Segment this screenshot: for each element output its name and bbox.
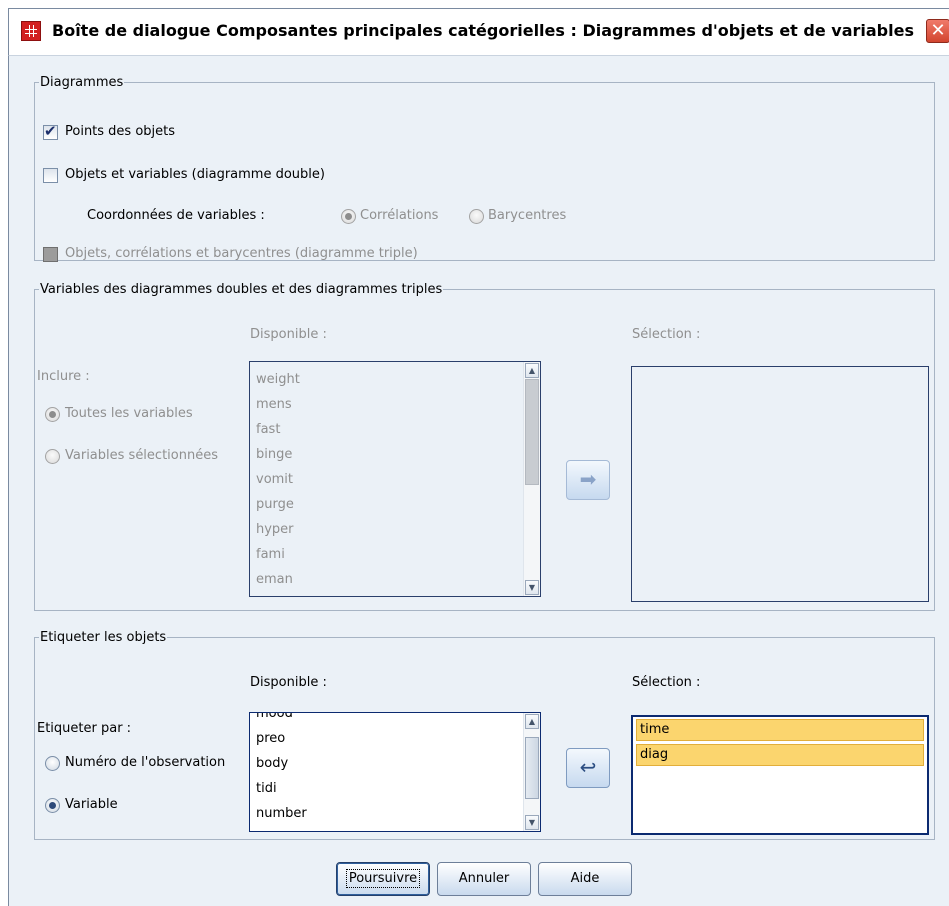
correlations-label: Corrélations: [360, 208, 439, 223]
diagrammes-legend: Diagrammes: [40, 75, 124, 90]
list-item[interactable]: mood: [250, 713, 540, 726]
title-bar: Boîte de dialogue Composantes principale…: [8, 8, 949, 56]
list-item[interactable]: weight: [250, 367, 540, 392]
barycentres-radio[interactable]: [469, 209, 484, 224]
arrow-right-icon: ➡: [579, 467, 597, 491]
list-item[interactable]: diag: [636, 744, 924, 766]
etiqueter-available-list[interactable]: mood preo body tidi number ▲ ▼: [249, 712, 541, 832]
etiqueter-list-scrollbar[interactable]: ▲ ▼: [523, 713, 540, 831]
triple-checkbox[interactable]: [43, 247, 58, 262]
objets-variables-checkbox[interactable]: [43, 168, 58, 183]
list-item[interactable]: vomit: [250, 467, 540, 492]
objets-variables-label: Objets et variables (diagramme double): [65, 167, 325, 182]
scroll-down-icon[interactable]: ▼: [525, 580, 539, 595]
etiqueter-disponible-label: Disponible :: [250, 675, 327, 690]
etiqueter-group: Etiqueter les objets Disponible : Sélect…: [34, 630, 935, 840]
scroll-up-icon[interactable]: ▲: [525, 714, 539, 729]
list-item[interactable]: time: [636, 719, 924, 741]
points-objets-label: Points des objets: [65, 124, 176, 139]
list-item[interactable]: hyper: [250, 517, 540, 542]
variables-selectionnees-radio[interactable]: [45, 449, 60, 464]
variables-group: Variables des diagrammes doubles et des …: [34, 282, 935, 611]
list-item[interactable]: eman: [250, 567, 540, 592]
points-objets-checkbox[interactable]: [43, 122, 58, 140]
list-item[interactable]: purge: [250, 492, 540, 517]
scroll-thumb[interactable]: [525, 379, 539, 485]
annuler-button[interactable]: Annuler: [437, 862, 531, 896]
etiqueter-legend: Etiqueter les objets: [40, 630, 167, 645]
numero-observation-radio[interactable]: [45, 756, 60, 771]
list-item[interactable]: fami: [250, 542, 540, 567]
variables-list-scrollbar[interactable]: ▲ ▼: [523, 362, 540, 596]
triple-label: Objets, corrélations et barycentres (dia…: [65, 246, 418, 261]
numero-observation-label: Numéro de l'observation: [65, 755, 226, 770]
inclure-label: Inclure :: [37, 369, 90, 384]
poursuivre-label: Poursuivre: [345, 869, 421, 888]
move-right-arrow-button[interactable]: ➡: [566, 460, 610, 500]
variable-radio[interactable]: [45, 798, 60, 813]
move-left-arrow-button[interactable]: ↩: [566, 748, 610, 788]
poursuivre-button[interactable]: Poursuivre: [336, 862, 430, 896]
scroll-up-icon[interactable]: ▲: [525, 363, 539, 378]
etiqueter-selection-list[interactable]: time diag: [631, 715, 929, 835]
list-item[interactable]: tidi: [250, 776, 540, 801]
list-item[interactable]: preo: [250, 726, 540, 751]
aide-button[interactable]: Aide: [538, 862, 632, 896]
variables-available-list[interactable]: weight mens fast binge vomit purge hyper…: [249, 361, 541, 597]
list-item[interactable]: number: [250, 801, 540, 826]
diagrammes-group: Diagrammes Points des objets Objets et v…: [34, 75, 935, 262]
etiqueter-selection-label: Sélection :: [632, 675, 701, 690]
list-item[interactable]: binge: [250, 442, 540, 467]
coordonnees-label: Coordonnées de variables :: [87, 208, 265, 223]
spss-table-icon: [21, 21, 41, 41]
toutes-variables-label: Toutes les variables: [65, 406, 193, 421]
close-button[interactable]: ✕: [926, 19, 949, 43]
list-item[interactable]: body: [250, 751, 540, 776]
etiqueter-par-label: Etiqueter par :: [37, 721, 132, 736]
scroll-thumb[interactable]: [525, 737, 539, 799]
list-item[interactable]: mens: [250, 392, 540, 417]
variables-selectionnees-label: Variables sélectionnées: [65, 448, 218, 463]
variables-legend: Variables des diagrammes doubles et des …: [40, 282, 443, 297]
barycentres-label: Barycentres: [488, 208, 567, 223]
variable-label: Variable: [65, 797, 118, 812]
variables-selection-label: Sélection :: [632, 327, 701, 342]
variables-selection-list[interactable]: [631, 366, 929, 602]
scroll-down-icon[interactable]: ▼: [525, 815, 539, 830]
variables-disponible-label: Disponible :: [250, 327, 327, 342]
return-arrow-icon: ↩: [579, 755, 597, 779]
dialog-title: Boîte de dialogue Composantes principale…: [52, 21, 914, 40]
list-item[interactable]: fast: [250, 417, 540, 442]
correlations-radio[interactable]: [341, 209, 356, 224]
toutes-variables-radio[interactable]: [45, 407, 60, 422]
